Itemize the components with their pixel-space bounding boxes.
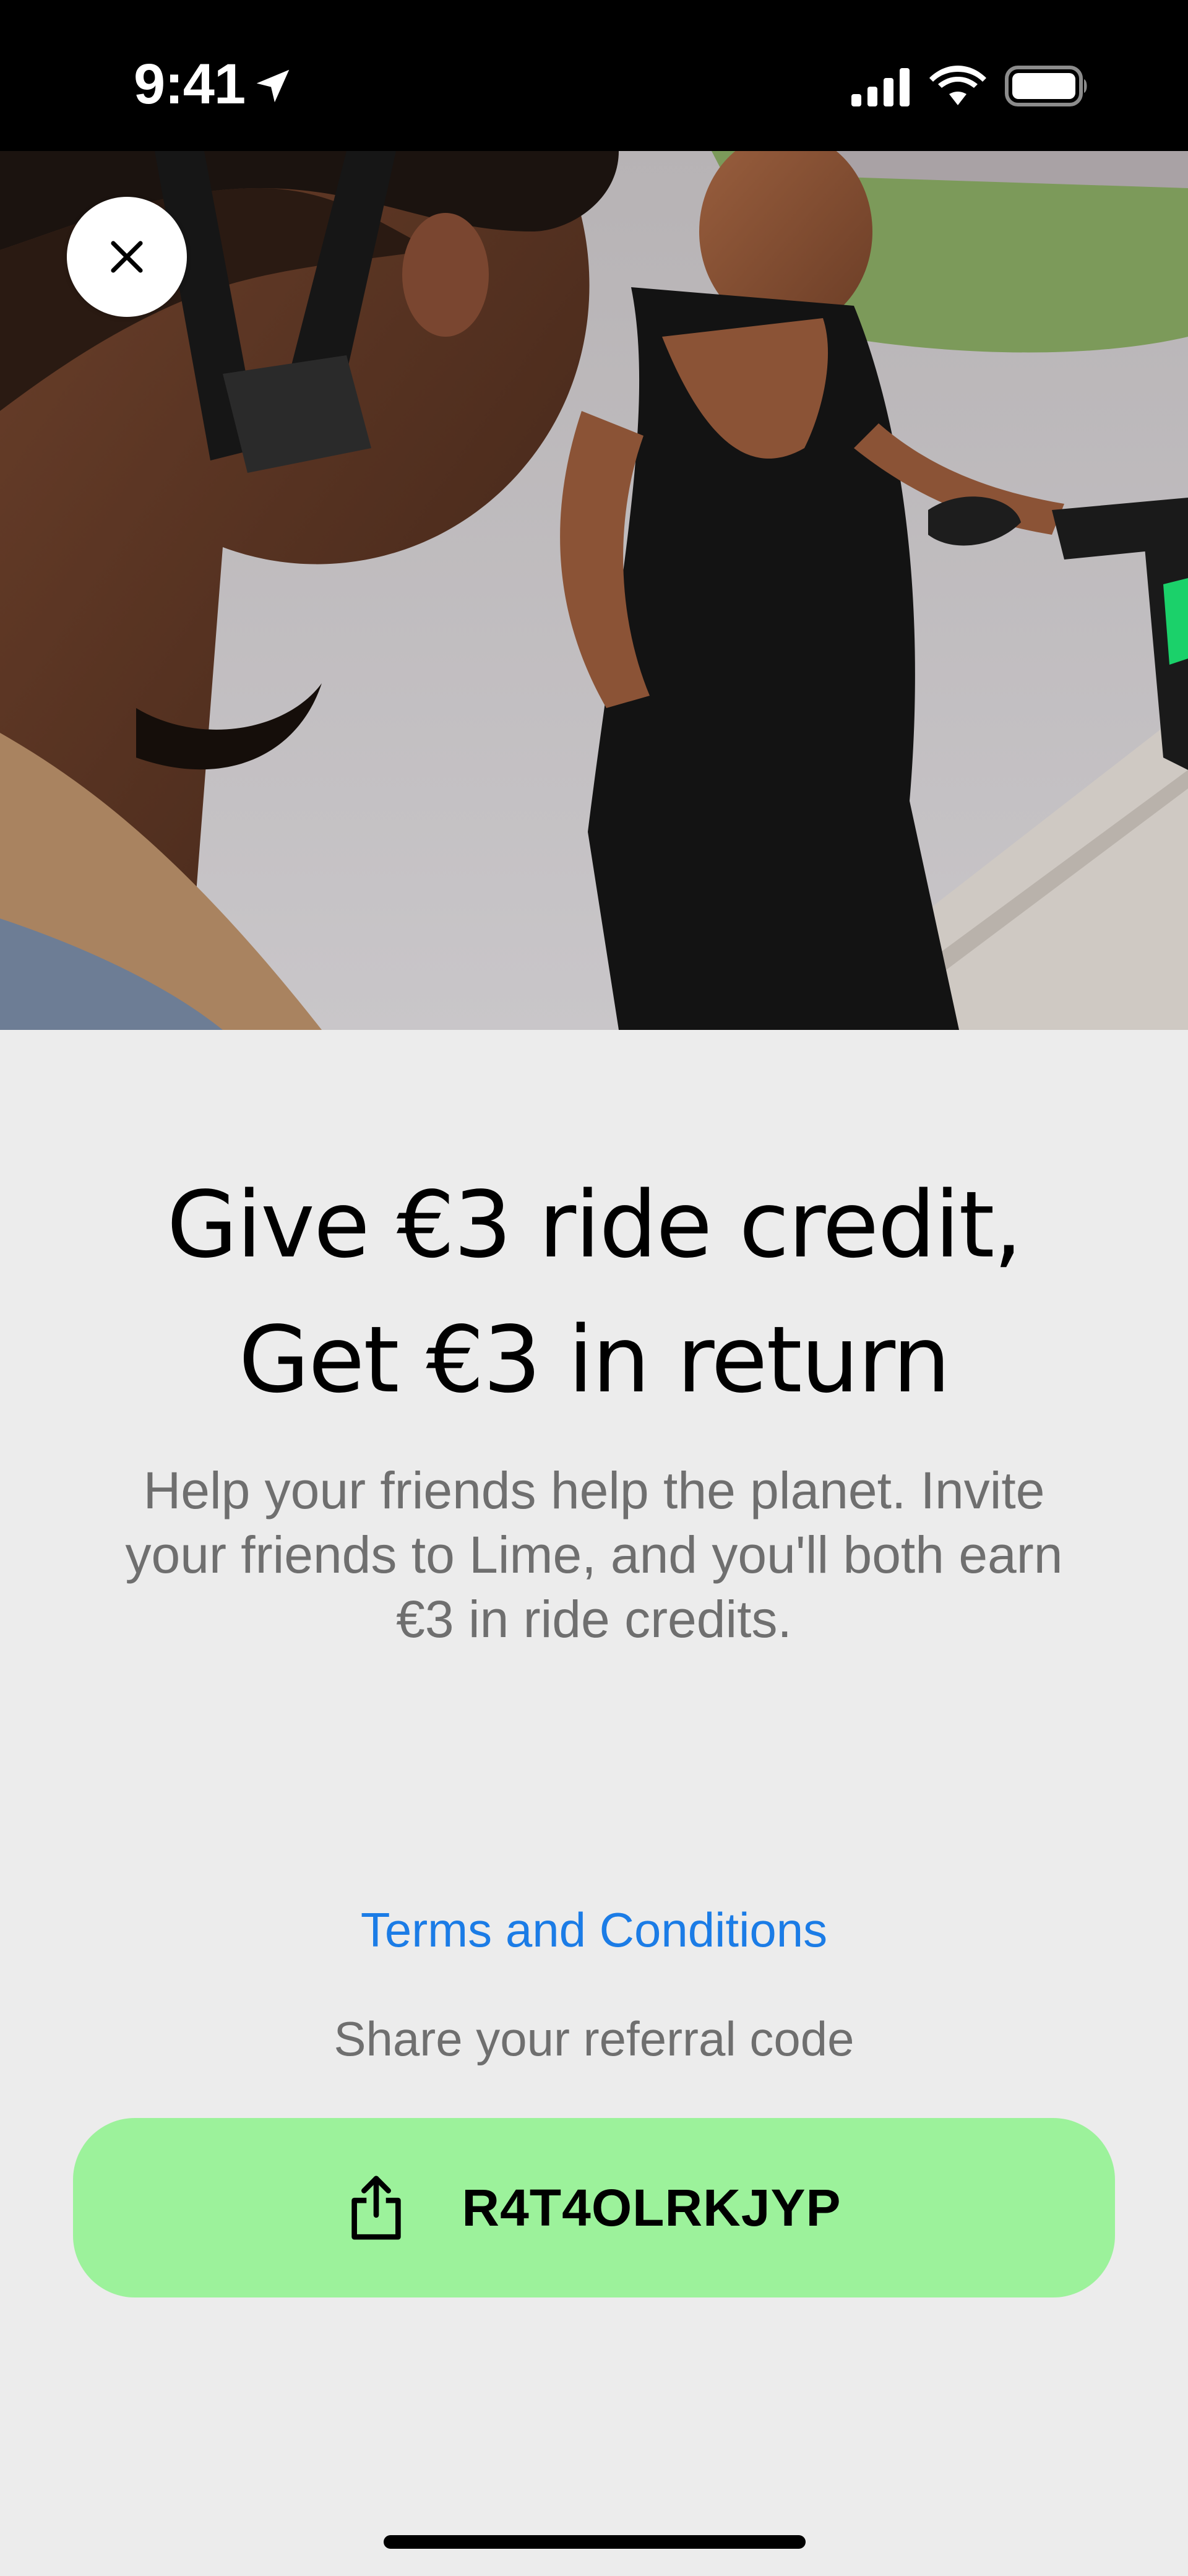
close-button[interactable] [67,197,187,317]
referral-screen: 9:41 Give €3 ride credit, Get €3 in retu… [0,0,1188,2576]
location-arrow-icon [256,69,290,103]
referral-code: R4T4OLRKJYP [462,2178,842,2237]
home-indicator [384,2535,806,2549]
terms-and-conditions-link[interactable]: Terms and Conditions [0,1899,1188,1961]
wifi-icon [929,66,986,105]
status-bar: 9:41 [0,0,1188,151]
description-line-2: your friends to Lime, and you'll both ea… [125,1526,1063,1584]
share-referral-code-button[interactable]: R4T4OLRKJYP [73,2118,1115,2297]
status-time: 9:41 [134,53,246,116]
battery-icon [1005,66,1087,106]
share-icon [351,2176,402,2240]
description-line-1: Help your friends help the planet. Invit… [143,1461,1045,1519]
close-icon [111,241,143,273]
headline-line-2: Get €3 in return [238,1307,951,1413]
description-line-3: €3 in ride credits. [396,1590,792,1648]
page-title: Give €3 ride credit, Get €3 in return [62,1157,1126,1427]
description: Help your friends help the planet. Invit… [74,1458,1114,1651]
cellular-signal-icon [851,68,910,106]
headline-line-1: Give €3 ride credit, [166,1172,1022,1278]
share-label: Share your referral code [334,2012,854,2066]
